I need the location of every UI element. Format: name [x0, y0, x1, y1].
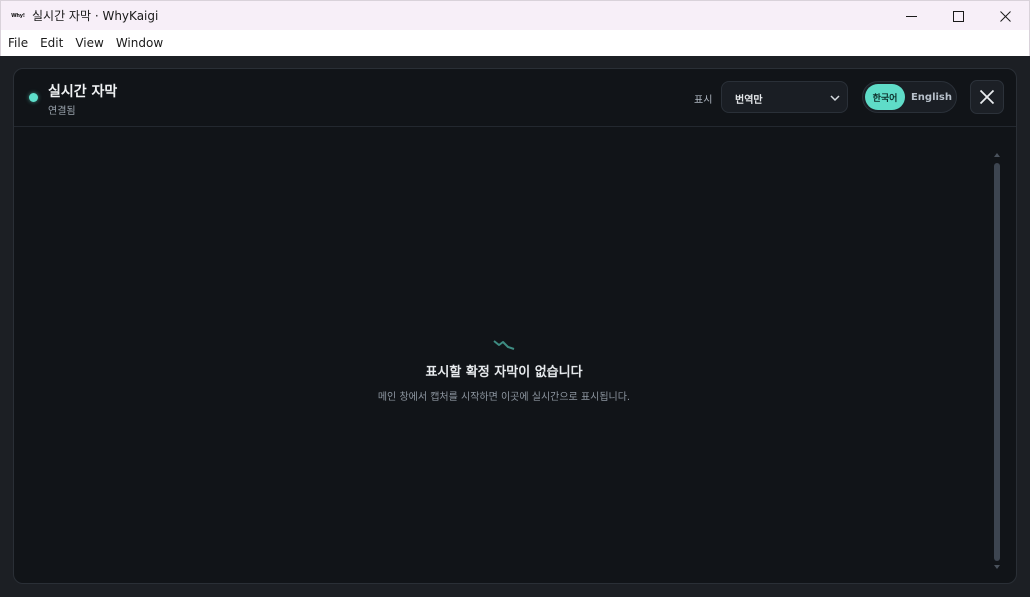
app-area: 실시간 자막 연결됨 표시 번역만 한국어 English 표시할 확정 자막이…	[0, 56, 1030, 597]
chevron-down-icon	[830, 95, 840, 102]
empty-state: 표시할 확정 자막이 없습니다 메인 창에서 캡처를 시작하면 이곳에 실시간으…	[14, 339, 994, 403]
scroll-down-icon[interactable]	[993, 563, 1001, 571]
waveform-icon	[493, 340, 515, 350]
menu-bar: File Edit View Window	[0, 30, 1030, 56]
close-panel-button[interactable]	[970, 80, 1004, 114]
app-logo: Why!	[11, 12, 25, 19]
minimize-button[interactable]	[888, 1, 935, 31]
panel-title: 실시간 자막	[48, 84, 118, 100]
language-english-button[interactable]: English	[909, 84, 954, 110]
window-close-button[interactable]	[982, 1, 1029, 31]
title-bar: Why! 실시간 자막 · WhyKaigi	[0, 0, 1030, 30]
window-close-icon	[1000, 10, 1011, 22]
scrollbar-thumb[interactable]	[994, 163, 1000, 561]
maximize-icon	[953, 10, 964, 22]
display-mode-value: 번역만	[735, 95, 763, 106]
empty-state-description: 메인 창에서 캡처를 시작하면 이곳에 실시간으로 표시됩니다.	[377, 392, 631, 403]
menu-view[interactable]: View	[70, 36, 108, 50]
language-korean-button[interactable]: 한국어	[865, 84, 905, 110]
connection-status: 연결됨	[48, 106, 76, 117]
status-dot-icon	[29, 93, 38, 102]
close-icon	[979, 89, 995, 105]
language-toggle: 한국어 English	[862, 81, 957, 113]
menu-window[interactable]: Window	[111, 36, 168, 50]
menu-file[interactable]: File	[3, 36, 33, 50]
window-title: 실시간 자막 · WhyKaigi	[32, 9, 159, 23]
maximize-button[interactable]	[935, 1, 982, 31]
menu-edit[interactable]: Edit	[35, 36, 68, 50]
subtitle-panel: 실시간 자막 연결됨 표시 번역만 한국어 English 표시할 확정 자막이…	[13, 68, 1017, 584]
empty-state-title: 표시할 확정 자막이 없습니다	[425, 365, 583, 380]
window-controls	[888, 1, 1029, 31]
display-label: 표시	[694, 95, 713, 106]
display-mode-select[interactable]: 번역만	[721, 81, 848, 113]
panel-header: 실시간 자막 연결됨 표시 번역만 한국어 English	[14, 69, 1016, 127]
minimize-icon	[906, 15, 917, 17]
scroll-up-icon[interactable]	[993, 151, 1001, 159]
